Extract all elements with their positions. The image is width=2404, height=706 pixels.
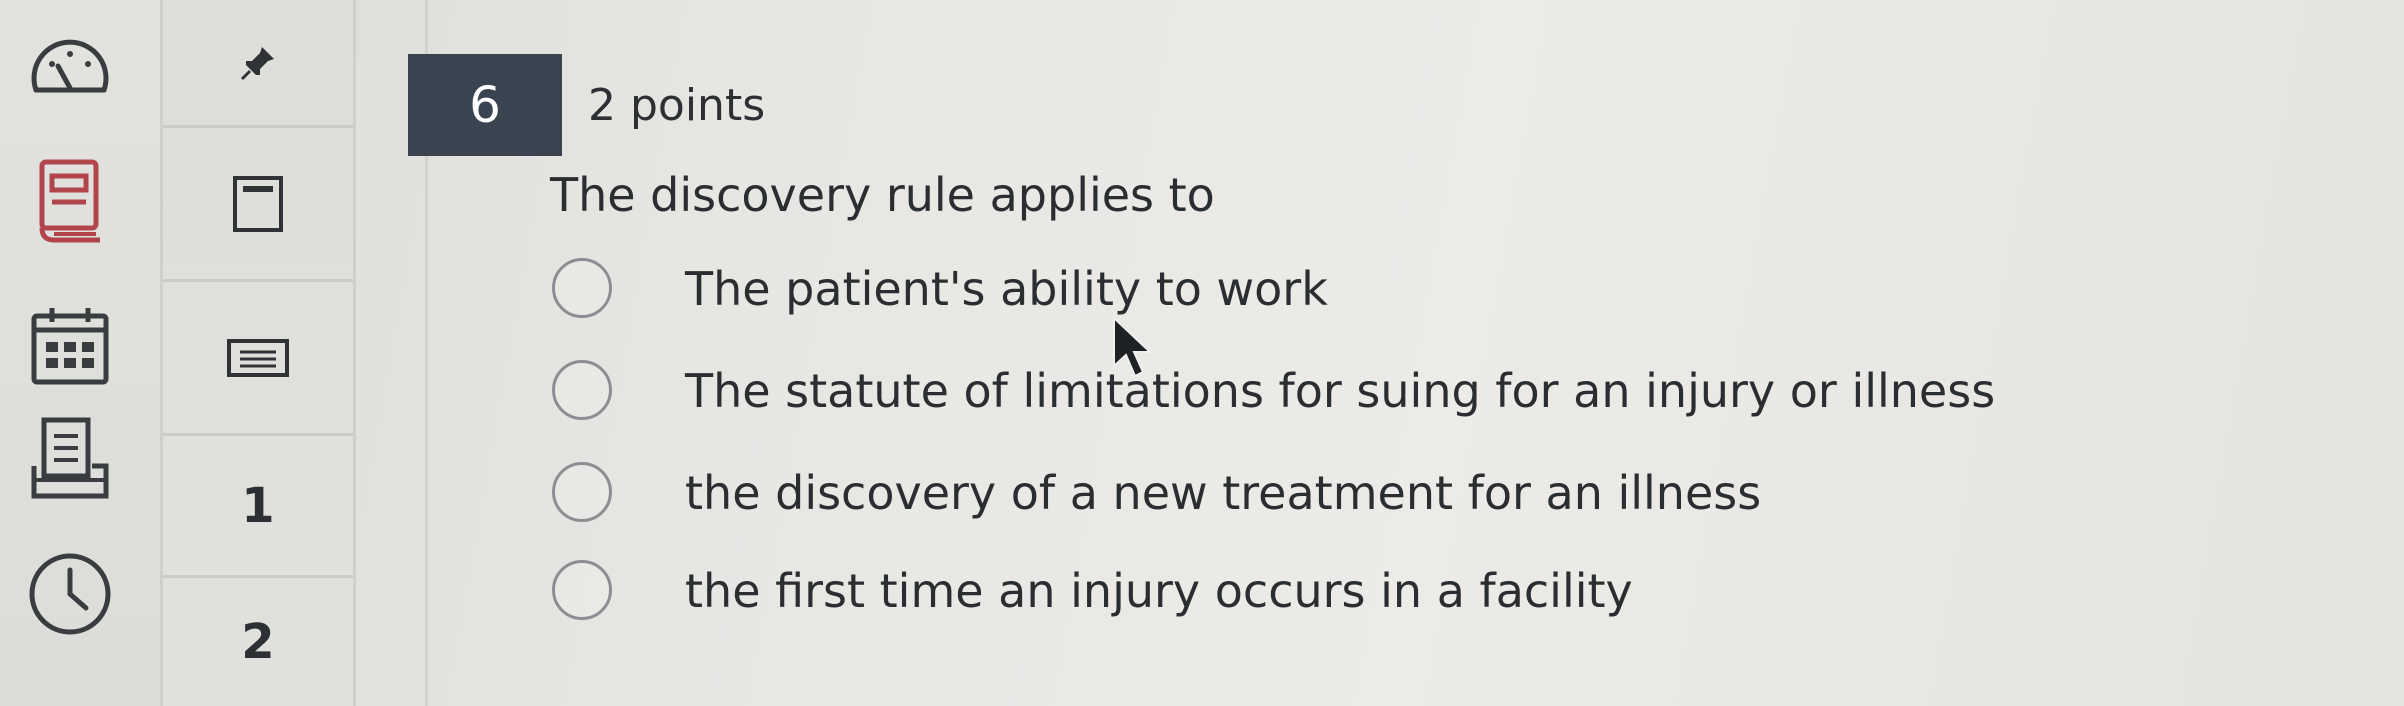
bookmark-icon [233, 175, 283, 232]
answer-label[interactable]: The patient's ability to work [685, 262, 1328, 316]
question-link-1[interactable]: 1 [163, 436, 353, 578]
radio-button[interactable] [552, 462, 612, 522]
history-icon[interactable] [22, 546, 118, 642]
text-entry-button[interactable] [163, 282, 353, 436]
answer-option-2[interactable]: The statute of limitations for suing for… [552, 358, 2052, 428]
bookmark-button[interactable] [163, 128, 353, 282]
question-number: 2 [241, 614, 275, 670]
mouse-cursor-icon [1113, 316, 1153, 378]
answer-label[interactable]: the first time an injury occurs in a fac… [685, 564, 1633, 618]
answer-option-4[interactable]: the first time an injury occurs in a fac… [552, 558, 2052, 628]
courses-icon[interactable] [22, 152, 118, 248]
radio-button[interactable] [552, 258, 612, 318]
text-entry-icon [227, 338, 289, 377]
question-number: 1 [241, 477, 275, 534]
radio-button[interactable] [552, 360, 612, 420]
inbox-icon[interactable] [22, 410, 118, 506]
answer-option-3[interactable]: the discovery of a new treatment for an … [552, 460, 2052, 530]
pin-button[interactable] [163, 0, 353, 128]
question-text: The discovery rule applies to [550, 168, 1215, 222]
question-number-badge: 6 [408, 54, 562, 156]
pin-icon [240, 46, 274, 80]
radio-button[interactable] [552, 560, 612, 620]
question-link-2[interactable]: 2 [163, 578, 353, 706]
answer-label[interactable]: The statute of limitations for suing for… [685, 364, 1995, 418]
calendar-icon[interactable] [22, 300, 118, 396]
answer-label[interactable]: the discovery of a new treatment for an … [685, 466, 1761, 520]
question-nav: 1 2 [160, 0, 356, 706]
question-number-text: 6 [469, 76, 501, 134]
question-points: 2 points [588, 80, 766, 131]
answer-option-1[interactable]: The patient's ability to work [552, 256, 2052, 326]
global-nav [0, 0, 160, 706]
dashboard-icon[interactable] [22, 24, 118, 120]
